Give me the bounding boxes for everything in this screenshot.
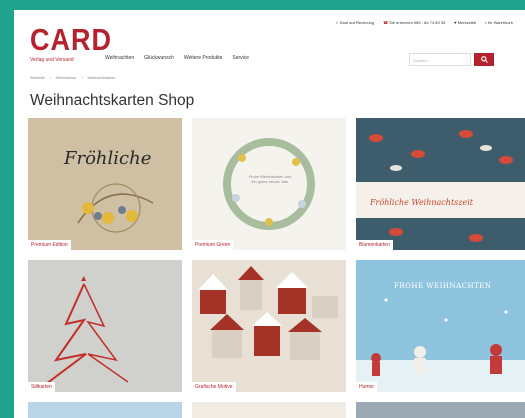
top-service-bar: ✓ Kauf auf Rechnung ☎ Sie erreichen 089 … — [335, 20, 513, 25]
phone-icon: ☎ — [383, 20, 389, 25]
card-caption: Grafische Motive — [192, 382, 236, 392]
search-button[interactable] — [474, 53, 494, 66]
winter-humor-illustration — [356, 298, 525, 392]
card-art-text: Fröhliche — [64, 148, 152, 169]
cart-link[interactable]: ▪ Ihr Warenkorb — [485, 20, 513, 25]
category-card-premium-green[interactable]: Frohe Weihnachten und ein gutes neues Ja… — [192, 118, 346, 250]
category-card-row3-3[interactable] — [356, 402, 525, 418]
nav-item-weitere-produkte[interactable]: Weitere Produkte — [184, 55, 223, 61]
search-input[interactable]: Suchen... — [409, 53, 471, 66]
green-wreath-illustration — [223, 138, 315, 230]
category-card-blumenkarten[interactable]: Fröhliche Weihnachtszeit Blumenkarten — [356, 118, 525, 250]
main-nav: Weihnachten Glückwunsch Weitere Produkte… — [105, 55, 249, 61]
category-card-row3-1[interactable] — [28, 402, 182, 418]
category-card-premium-edition[interactable]: Fröhliche Premium Edition — [28, 118, 182, 250]
shop-page: CARD Verlag und Versand ✓ Kauf auf Rechn… — [14, 10, 525, 418]
nav-item-service[interactable]: Service — [232, 55, 249, 61]
village-illustration — [198, 266, 338, 360]
breadcrumb-separator: › — [49, 76, 51, 80]
wishlist-label: Merkzettel — [457, 20, 477, 25]
nav-item-glueckwunsch[interactable]: Glückwunsch — [144, 55, 174, 61]
card-caption: Premium Edition — [28, 240, 71, 250]
card-art-text: FROHE WEIHNACHTEN — [394, 282, 492, 290]
cart-label: Ihr Warenkorb — [487, 20, 513, 25]
page-title: Weihnachtskarten Shop — [30, 92, 195, 109]
card-art-text: Frohe Weihnachten und ein gutes neues Ja… — [248, 174, 292, 184]
heart-icon: ♥ — [454, 20, 457, 25]
card-caption: Humor — [356, 382, 378, 392]
logo-subtitle: Verlag und Versand — [30, 57, 74, 63]
wishlist-link[interactable]: ♥ Merkzettel — [454, 20, 476, 25]
breadcrumb-weihnachten[interactable]: Weihnachten — [56, 76, 76, 80]
breadcrumb-home[interactable]: Startseite — [30, 76, 45, 80]
breadcrumb: Startseite › Weihnachten › Weihnachtskar… — [30, 76, 115, 80]
category-card-grafische-motive[interactable]: Grafische Motive — [192, 260, 346, 392]
breadcrumb-current: Weihnachtskarten — [87, 76, 116, 80]
birds-pattern-illustration — [356, 118, 525, 250]
cart-icon: ▪ — [485, 20, 487, 25]
card-caption: Premium Green — [192, 240, 234, 250]
category-card-humor[interactable]: FROHE WEIHNACHTEN Humor — [356, 260, 525, 392]
invoice-note: ✓ Kauf auf Rechnung — [335, 20, 375, 25]
wreath-illustration — [77, 183, 154, 233]
card-caption: Blumenkarten — [356, 240, 393, 250]
logo-wordmark: CARD — [30, 22, 112, 57]
category-card-row3-2[interactable] — [192, 402, 346, 418]
nav-item-weihnachten[interactable]: Weihnachten — [105, 55, 134, 61]
search-icon — [480, 56, 488, 63]
card-caption: Stilkarten — [28, 382, 55, 392]
category-card-stilkarten[interactable]: Stilkarten — [28, 260, 182, 392]
logo[interactable]: CARD Verlag und Versand — [30, 24, 112, 63]
stylized-tree-illustration — [45, 276, 129, 385]
phone-link[interactable]: ☎ Sie erreichen 089 - 84 74 83 35 — [383, 20, 445, 25]
phone-text: Sie erreichen 089 - 84 74 83 35 — [389, 20, 446, 25]
card-art-text: Fröhliche Weihnachtszeit — [370, 198, 473, 207]
breadcrumb-separator: › — [81, 76, 83, 80]
